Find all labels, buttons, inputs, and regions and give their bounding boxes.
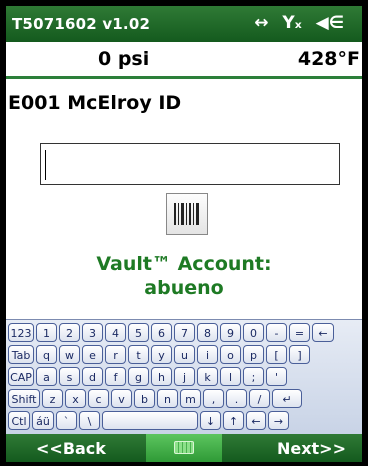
- readings-bar: 0 psi 428°F: [6, 42, 362, 79]
- back-button[interactable]: <<Back: [36, 439, 106, 458]
- status-bar: T5071602 v1.02 ↔ Yₓ ◀∈: [6, 6, 362, 42]
- key-right[interactable]: →: [268, 411, 289, 430]
- key-i[interactable]: i: [197, 345, 218, 364]
- key-u[interactable]: u: [174, 345, 195, 364]
- key-g[interactable]: g: [128, 367, 149, 386]
- keyboard-icon: [174, 441, 194, 454]
- key-6[interactable]: 6: [151, 323, 172, 342]
- key-5[interactable]: 5: [128, 323, 149, 342]
- key-down[interactable]: ↓: [200, 411, 221, 430]
- key-comma[interactable]: ,: [203, 389, 224, 408]
- key-z[interactable]: z: [42, 389, 63, 408]
- key-shift[interactable]: Shift: [8, 389, 40, 408]
- key-m[interactable]: m: [180, 389, 201, 408]
- key-backspace[interactable]: ←: [312, 323, 334, 342]
- key-o[interactable]: o: [220, 345, 241, 364]
- id-input-field[interactable]: [40, 143, 343, 186]
- key-4[interactable]: 4: [105, 323, 126, 342]
- key-up[interactable]: ↑: [223, 411, 244, 430]
- key-0[interactable]: 0: [243, 323, 264, 342]
- temperature-reading: 428°F: [297, 48, 360, 70]
- key-quote[interactable]: ': [266, 367, 287, 386]
- key-minus[interactable]: -: [266, 323, 287, 342]
- bottom-nav-bar: <<Back Next>>: [6, 434, 362, 462]
- key-p[interactable]: p: [243, 345, 264, 364]
- barcode-icon: [174, 203, 199, 225]
- key-c[interactable]: c: [88, 389, 109, 408]
- key-a[interactable]: a: [36, 367, 57, 386]
- connectivity-icon[interactable]: ↔: [254, 13, 268, 33]
- key-l[interactable]: l: [220, 367, 241, 386]
- key-n[interactable]: n: [157, 389, 178, 408]
- key-2[interactable]: 2: [59, 323, 80, 342]
- signal-icon[interactable]: Yₓ: [282, 13, 301, 33]
- key-1[interactable]: 1: [36, 323, 57, 342]
- key-enter[interactable]: ↵: [272, 389, 302, 408]
- status-icons: ↔ Yₓ ◀∈: [246, 13, 344, 33]
- key-8[interactable]: 8: [197, 323, 218, 342]
- app-title: T5071602 v1.02: [12, 15, 151, 33]
- key-9[interactable]: 9: [220, 323, 241, 342]
- key-v[interactable]: v: [111, 389, 132, 408]
- key-accents[interactable]: áü: [32, 411, 54, 430]
- key-semicolon[interactable]: ;: [243, 367, 264, 386]
- key-3[interactable]: 3: [82, 323, 103, 342]
- key-backtick[interactable]: `: [56, 411, 77, 430]
- key-j[interactable]: j: [174, 367, 195, 386]
- key-numbers[interactable]: 123: [8, 323, 34, 342]
- key-backspace[interactable]: ←: [246, 411, 266, 430]
- id-input[interactable]: [41, 144, 343, 186]
- soft-keyboard: 123 1 2 3 4 5 6 7 8 9 0- = ← Tab q w e r t y u i o p[] CAP a s d f g h…: [6, 319, 362, 435]
- key-t[interactable]: t: [128, 345, 149, 364]
- key-right-bracket[interactable]: ]: [289, 345, 310, 364]
- key-e[interactable]: e: [82, 345, 103, 364]
- key-left-bracket[interactable]: [: [266, 345, 287, 364]
- key-backslash[interactable]: \: [79, 411, 100, 430]
- key-h[interactable]: h: [151, 367, 172, 386]
- key-ctl[interactable]: Ctl: [8, 411, 30, 430]
- vault-account-label: Vault™ Account:: [96, 253, 272, 275]
- vault-account-info: Vault™ Account: abueno: [6, 252, 362, 300]
- id-prompt-label: E001 McElroy ID: [8, 92, 182, 114]
- key-tab[interactable]: Tab: [8, 345, 34, 364]
- key-q[interactable]: q: [36, 345, 57, 364]
- key-f[interactable]: f: [105, 367, 126, 386]
- key-7[interactable]: 7: [174, 323, 195, 342]
- device-screen: T5071602 v1.02 ↔ Yₓ ◀∈ 0 psi 428°F E001 …: [6, 6, 362, 462]
- key-d[interactable]: d: [82, 367, 103, 386]
- key-w[interactable]: w: [59, 345, 80, 364]
- key-period[interactable]: .: [226, 389, 247, 408]
- pressure-reading: 0 psi: [98, 48, 150, 70]
- key-slash[interactable]: /: [249, 389, 270, 408]
- key-y[interactable]: y: [151, 345, 172, 364]
- barcode-scan-button[interactable]: [166, 193, 208, 235]
- key-space[interactable]: [102, 411, 198, 430]
- vault-account-user: abueno: [144, 277, 224, 299]
- key-s[interactable]: s: [59, 367, 80, 386]
- key-cap[interactable]: CAP: [8, 367, 34, 386]
- volume-icon[interactable]: ◀∈: [316, 13, 344, 33]
- key-b[interactable]: b: [134, 389, 155, 408]
- keyboard-toggle-button[interactable]: [146, 434, 222, 462]
- key-equals[interactable]: =: [289, 323, 310, 342]
- key-r[interactable]: r: [105, 345, 126, 364]
- key-x[interactable]: x: [65, 389, 86, 408]
- next-button[interactable]: Next>>: [277, 439, 346, 458]
- key-k[interactable]: k: [197, 367, 218, 386]
